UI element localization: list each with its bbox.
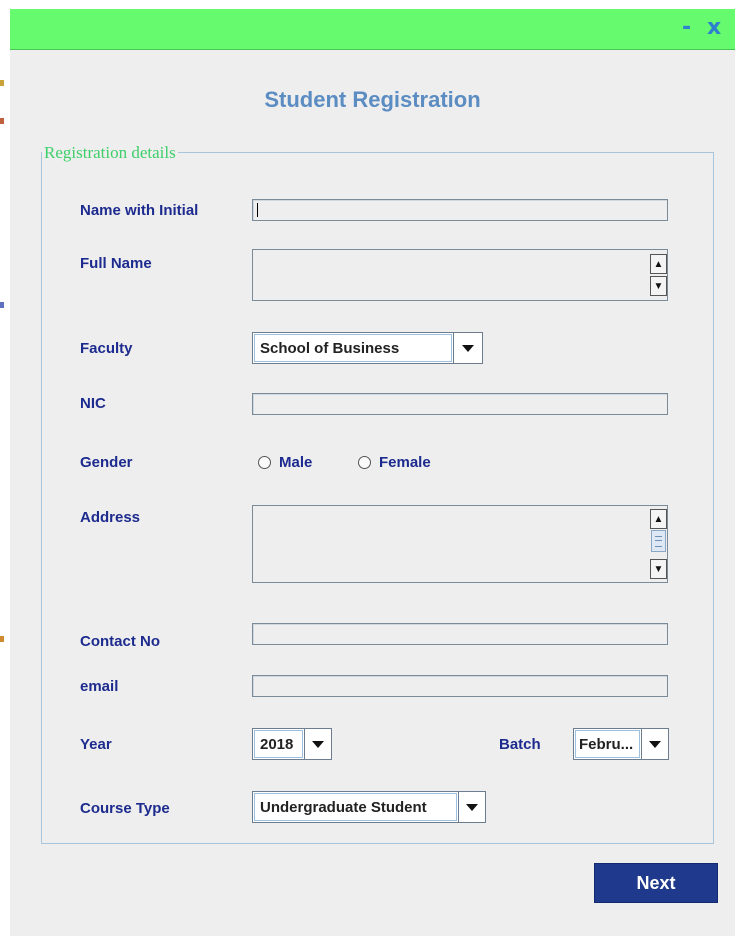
contact-no-label: Contact No xyxy=(80,633,160,650)
address-label: Address xyxy=(80,509,141,526)
batch-selected-value: Febru... xyxy=(575,730,640,758)
title-bar[interactable]: - x xyxy=(10,9,735,50)
faculty-select[interactable]: School of Business xyxy=(252,332,483,364)
full-name-textarea[interactable]: ▲ ▼ xyxy=(252,249,668,301)
panel-legend: Registration details xyxy=(42,143,178,163)
next-button[interactable]: Next xyxy=(594,863,718,903)
gender-label: Gender xyxy=(80,454,133,471)
edge-artifact xyxy=(0,636,4,642)
course-type-selected-value: Undergraduate Student xyxy=(254,793,457,821)
registration-window: - x Student Registration Registration de… xyxy=(10,9,735,936)
address-scrollbar[interactable]: ▲ ▼ xyxy=(649,506,667,582)
nic-label: NIC xyxy=(80,395,106,412)
faculty-label: Faculty xyxy=(80,340,133,357)
faculty-selected-value: School of Business xyxy=(254,334,452,362)
scroll-down-icon[interactable]: ▼ xyxy=(650,559,667,579)
year-selected-value: 2018 xyxy=(254,730,303,758)
course-type-select[interactable]: Undergraduate Student xyxy=(252,791,486,823)
email-label: email xyxy=(80,678,119,695)
scroll-thumb[interactable] xyxy=(651,530,666,552)
full-name-label: Full Name xyxy=(80,255,152,272)
email-input[interactable] xyxy=(252,675,668,697)
radio-icon[interactable] xyxy=(358,456,371,469)
name-with-initial-label: Name with Initial xyxy=(80,202,199,219)
scroll-down-icon[interactable]: ▼ xyxy=(650,276,667,296)
gender-female-option[interactable]: Female xyxy=(358,454,431,471)
edge-artifact xyxy=(0,80,4,86)
chevron-down-icon[interactable] xyxy=(304,729,331,759)
chevron-down-icon[interactable] xyxy=(453,333,482,363)
scroll-up-icon[interactable]: ▲ xyxy=(650,254,667,274)
year-label: Year xyxy=(80,736,112,753)
gender-male-label: Male xyxy=(279,454,313,471)
nic-input[interactable] xyxy=(252,393,668,415)
contact-no-input[interactable] xyxy=(252,623,668,645)
page-title: Student Registration xyxy=(264,87,481,112)
gender-male-option[interactable]: Male xyxy=(258,454,312,471)
edge-artifact xyxy=(0,118,4,124)
radio-icon[interactable] xyxy=(258,456,271,469)
close-button[interactable]: x xyxy=(707,17,721,39)
batch-label: Batch xyxy=(499,736,541,753)
chevron-down-icon[interactable] xyxy=(641,729,668,759)
gender-female-label: Female xyxy=(379,454,431,471)
name-with-initial-input[interactable] xyxy=(252,199,668,221)
text-caret xyxy=(257,203,258,217)
course-type-label: Course Type xyxy=(80,800,170,817)
batch-select[interactable]: Febru... xyxy=(573,728,669,760)
year-select[interactable]: 2018 xyxy=(252,728,332,760)
scroll-up-icon[interactable]: ▲ xyxy=(650,509,667,529)
full-name-scrollbar[interactable]: ▲ ▼ xyxy=(649,250,667,300)
edge-artifact xyxy=(0,302,4,308)
chevron-down-icon[interactable] xyxy=(458,792,485,822)
address-textarea[interactable]: ▲ ▼ xyxy=(252,505,668,583)
minimize-button[interactable]: - xyxy=(682,17,691,39)
